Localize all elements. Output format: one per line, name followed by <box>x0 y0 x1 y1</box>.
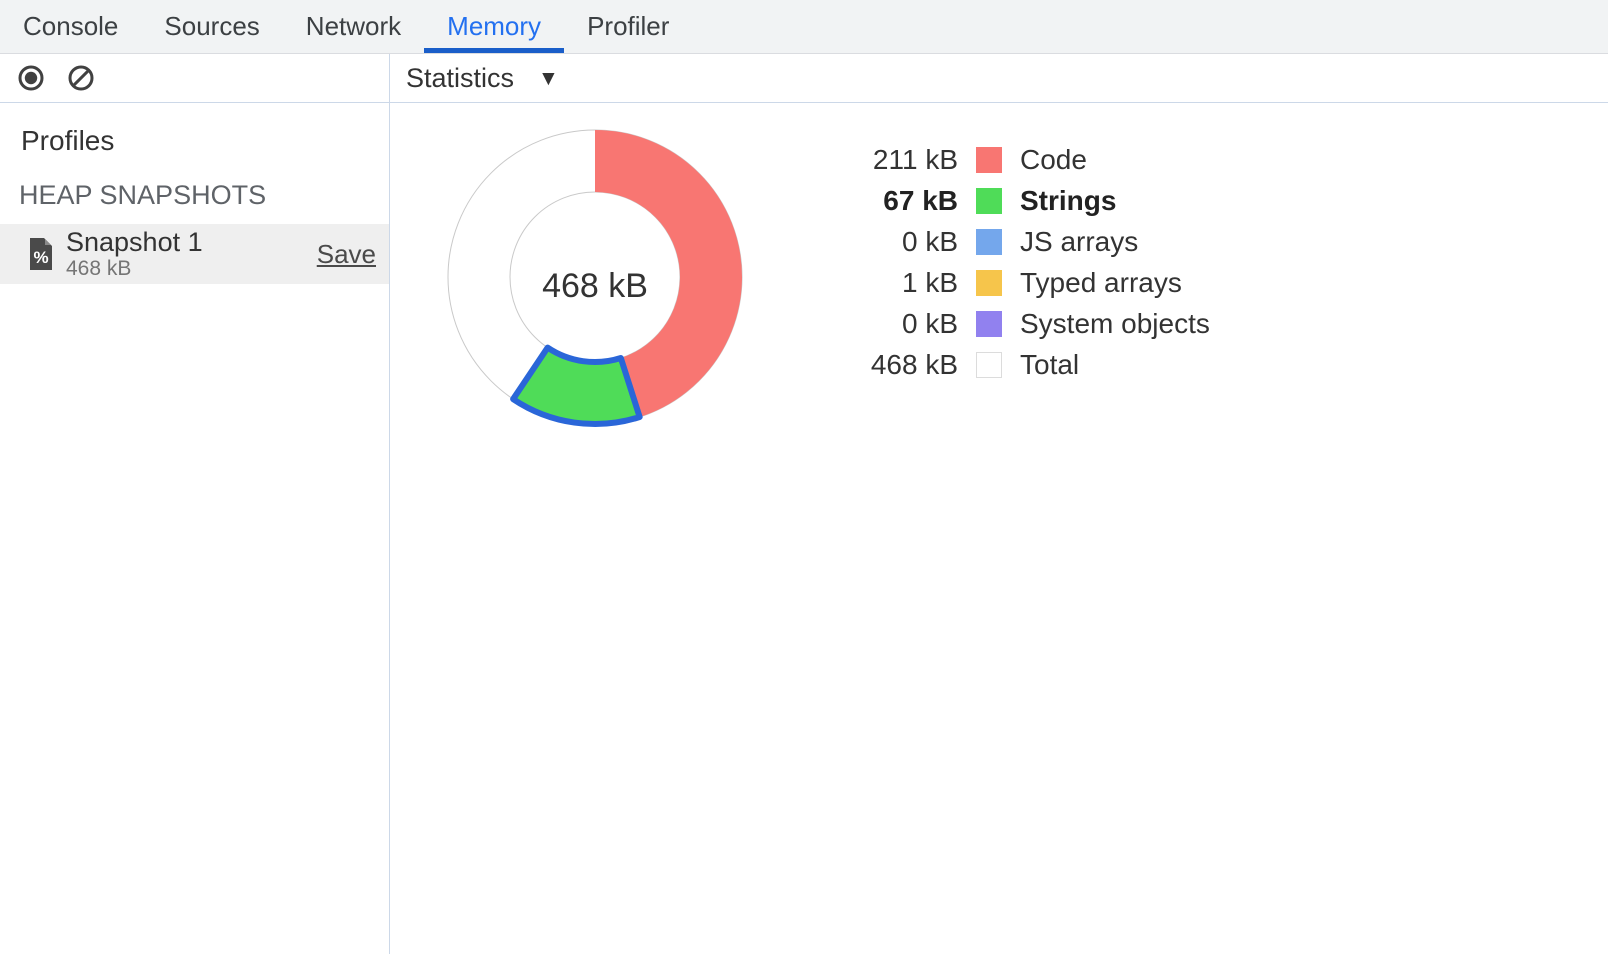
sidebar-title: Profiles <box>21 125 389 157</box>
legend-row-system-objects[interactable]: 0 kB System objects <box>842 303 1210 344</box>
content-area: Profiles HEAP SNAPSHOTS % Snapshot 1 468… <box>0 103 1608 954</box>
legend-value: 0 kB <box>842 308 958 340</box>
record-icon <box>17 64 45 92</box>
clear-icon <box>67 64 95 92</box>
legend-label: Code <box>1020 144 1087 176</box>
legend-value: 468 kB <box>842 349 958 381</box>
legend-label: Typed arrays <box>1020 267 1182 299</box>
statistics-view: 468 kB 211 kB Code 67 kB Strings 0 kB JS arra… <box>390 103 1608 954</box>
legend-row-typed-arrays[interactable]: 1 kB Typed arrays <box>842 262 1210 303</box>
legend-row-strings[interactable]: 67 kB Strings <box>842 180 1210 221</box>
legend-label: JS arrays <box>1020 226 1138 258</box>
legend-value: 1 kB <box>842 267 958 299</box>
perspective-select[interactable]: Statistics ▼ <box>406 63 559 94</box>
profiles-sidebar: Profiles HEAP SNAPSHOTS % Snapshot 1 468… <box>0 103 390 954</box>
tab-label: Console <box>23 11 118 42</box>
tab-profiler[interactable]: Profiler <box>564 0 692 53</box>
memory-toolbar: Statistics ▼ <box>0 54 1608 103</box>
toolbar-right: Statistics ▼ <box>390 54 559 102</box>
tab-memory[interactable]: Memory <box>424 0 564 53</box>
donut-svg: 468 kB <box>435 117 755 437</box>
snapshot-size: 468 kB <box>66 257 203 281</box>
legend-swatch-code <box>976 147 1002 173</box>
record-heap-snapshot-button[interactable] <box>17 64 45 92</box>
heap-snapshots-section-header: HEAP SNAPSHOTS <box>19 179 389 211</box>
snapshot-list-item[interactable]: % Snapshot 1 468 kB Save <box>0 224 389 284</box>
legend-value: 67 kB <box>842 185 958 217</box>
tab-network[interactable]: Network <box>283 0 424 53</box>
perspective-select-value: Statistics <box>406 63 514 94</box>
legend-swatch-system-objects <box>976 311 1002 337</box>
tab-label: Sources <box>164 11 259 42</box>
legend-swatch-typed-arrays <box>976 270 1002 296</box>
tab-label: Memory <box>447 11 541 42</box>
chevron-down-icon: ▼ <box>538 68 559 89</box>
chart-legend: 211 kB Code 67 kB Strings 0 kB JS arrays 1 kB T… <box>842 139 1210 385</box>
panel-tabbar: Console Sources Network Memory Profiler <box>0 0 1608 54</box>
tab-label: Network <box>306 11 401 42</box>
devtools-window: Console Sources Network Memory Profiler <box>0 0 1608 954</box>
legend-row-js-arrays[interactable]: 0 kB JS arrays <box>842 221 1210 262</box>
legend-value: 0 kB <box>842 226 958 258</box>
percent-glyph: % <box>33 248 48 267</box>
legend-swatch-js-arrays <box>976 229 1002 255</box>
snapshot-texts: Snapshot 1 468 kB <box>66 227 203 281</box>
tab-console[interactable]: Console <box>0 0 141 53</box>
legend-row-total[interactable]: 468 kB Total <box>842 344 1210 385</box>
tab-sources[interactable]: Sources <box>141 0 282 53</box>
tab-label: Profiler <box>587 11 669 42</box>
legend-swatch-strings <box>976 188 1002 214</box>
legend-value: 211 kB <box>842 144 958 176</box>
snapshot-name: Snapshot 1 <box>66 227 203 257</box>
legend-label: System objects <box>1020 308 1210 340</box>
heap-statistics-donut-chart: 468 kB <box>435 117 755 437</box>
heap-snapshot-file-icon: % <box>28 237 54 271</box>
toolbar-left <box>0 54 390 102</box>
clear-profiles-button[interactable] <box>67 64 95 92</box>
legend-swatch-total <box>976 352 1002 378</box>
donut-center-total-label: 468 kB <box>542 267 648 305</box>
legend-label: Strings <box>1020 185 1116 217</box>
save-snapshot-link[interactable]: Save <box>317 239 376 270</box>
legend-label: Total <box>1020 349 1079 381</box>
legend-row-code[interactable]: 211 kB Code <box>842 139 1210 180</box>
